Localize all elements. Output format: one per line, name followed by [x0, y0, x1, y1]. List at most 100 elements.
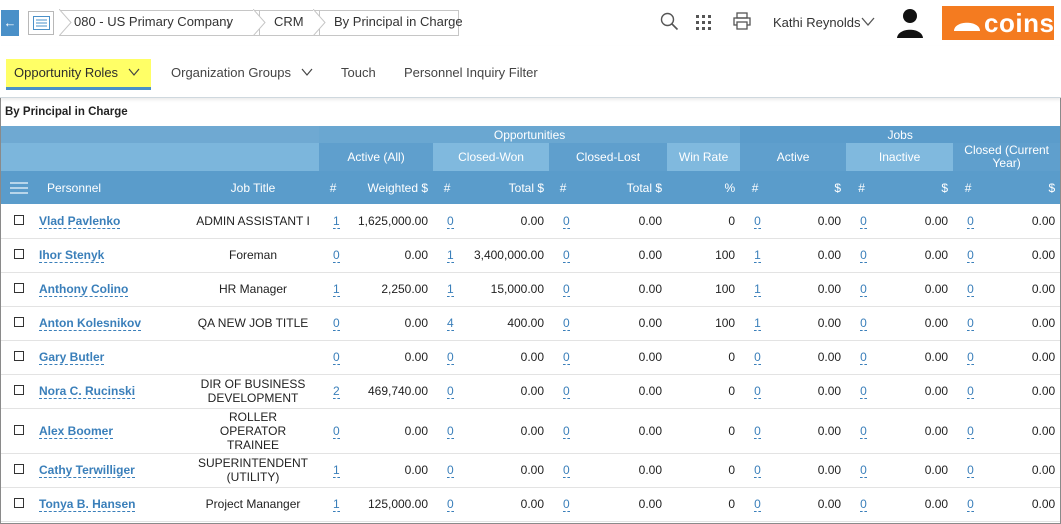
count-link[interactable]: 0 [860, 423, 867, 439]
count-link[interactable]: 0 [860, 384, 867, 399]
user-menu-name[interactable]: Kathi Reynolds [773, 15, 860, 30]
user-avatar-icon[interactable] [896, 8, 924, 38]
count-link[interactable]: 1 [333, 463, 340, 478]
breadcrumb-crm[interactable]: CRM [253, 9, 320, 36]
column-total[interactable]: Total $ [461, 171, 550, 204]
count-link[interactable]: 0 [447, 423, 454, 439]
column-dollar[interactable]: $ [770, 171, 847, 204]
count-link[interactable]: 1 [754, 248, 761, 263]
count-link[interactable]: 0 [563, 384, 570, 399]
count-link[interactable]: 0 [333, 350, 340, 365]
personnel-link[interactable]: Gary Butler [39, 350, 105, 365]
count-link[interactable]: 0 [447, 384, 454, 399]
count-link[interactable]: 1 [447, 282, 454, 297]
count-link[interactable]: 0 [333, 248, 340, 263]
back-button[interactable]: ← [1, 10, 19, 36]
count-link[interactable]: 0 [563, 423, 570, 439]
count-link[interactable]: 0 [754, 384, 761, 399]
count-link[interactable]: 0 [967, 316, 974, 331]
count-link[interactable]: 1 [447, 248, 454, 263]
print-icon[interactable] [733, 12, 751, 31]
count-link[interactable]: 1 [754, 316, 761, 331]
column-count[interactable]: # [433, 171, 462, 204]
count-link[interactable]: 0 [447, 463, 454, 478]
count-link[interactable]: 0 [754, 350, 761, 365]
down-arrow-icon[interactable]: ↓ [225, 10, 232, 34]
personnel-link[interactable]: Anthony Colino [39, 282, 129, 297]
count-link[interactable]: 0 [333, 423, 340, 439]
count-link[interactable]: 1 [333, 282, 340, 297]
row-checkbox[interactable] [14, 424, 24, 435]
apps-grid-icon[interactable] [696, 15, 712, 31]
count-link[interactable]: 0 [563, 248, 570, 263]
count-link[interactable]: 0 [754, 423, 761, 439]
list-view-button[interactable] [28, 11, 54, 35]
count-link[interactable]: 0 [447, 213, 454, 229]
row-checkbox[interactable] [14, 249, 24, 259]
count-link[interactable]: 0 [860, 497, 867, 512]
count-link[interactable]: 1 [754, 282, 761, 297]
count-link[interactable]: 0 [967, 248, 974, 263]
column-job-title[interactable]: Job Title [187, 171, 320, 204]
tab-touch[interactable]: Touch [341, 59, 376, 87]
count-link[interactable]: 0 [860, 350, 867, 365]
row-checkbox[interactable] [14, 385, 24, 395]
search-icon[interactable] [660, 12, 679, 31]
row-checkbox[interactable] [14, 317, 24, 327]
count-link[interactable]: 2 [333, 384, 340, 399]
row-checkbox[interactable] [14, 464, 24, 474]
tab-opportunity-roles[interactable]: Opportunity Roles [6, 59, 151, 87]
personnel-link[interactable]: Vlad Pavlenko [39, 213, 121, 229]
count-link[interactable]: 0 [447, 497, 454, 512]
count-link[interactable]: 0 [563, 282, 570, 297]
count-link[interactable]: 0 [860, 463, 867, 478]
personnel-link[interactable]: Alex Boomer [39, 423, 114, 439]
count-link[interactable]: 0 [860, 248, 867, 263]
count-link[interactable]: 0 [563, 316, 570, 331]
tab-personnel-inquiry-filter[interactable]: Personnel Inquiry Filter [404, 59, 538, 87]
column-dollar[interactable]: $ [983, 171, 1061, 204]
count-link[interactable]: 4 [447, 316, 454, 331]
column-percent[interactable]: % [667, 171, 741, 204]
count-link[interactable]: 0 [860, 316, 867, 331]
count-link[interactable]: 0 [860, 213, 867, 229]
count-link[interactable]: 0 [860, 282, 867, 297]
count-link[interactable]: 0 [563, 350, 570, 365]
column-personnel[interactable]: Personnel [37, 171, 187, 204]
row-checkbox[interactable] [14, 283, 24, 293]
column-count[interactable]: # [953, 171, 984, 204]
count-link[interactable]: 0 [967, 213, 974, 229]
breadcrumb-company[interactable]: 080 - US Primary Company ↓ [59, 9, 260, 36]
count-link[interactable]: 0 [967, 497, 974, 512]
count-link[interactable]: 0 [447, 350, 454, 365]
personnel-link[interactable]: Ihor Stenyk [39, 248, 105, 263]
personnel-link[interactable]: Cathy Terwilliger [39, 463, 135, 478]
column-count[interactable]: # [549, 171, 578, 204]
row-checkbox[interactable] [14, 214, 24, 225]
column-count[interactable]: # [846, 171, 878, 204]
count-link[interactable]: 0 [754, 497, 761, 512]
count-link[interactable]: 0 [754, 463, 761, 478]
column-weighted[interactable]: Weighted $ [347, 171, 434, 204]
personnel-link[interactable]: Nora C. Rucinski [39, 384, 136, 399]
personnel-link[interactable]: Tonya B. Hansen [39, 497, 136, 512]
count-link[interactable]: 0 [333, 316, 340, 331]
count-link[interactable]: 0 [967, 282, 974, 297]
row-checkbox[interactable] [14, 498, 24, 508]
column-count[interactable]: # [740, 171, 771, 204]
count-link[interactable]: 0 [967, 384, 974, 399]
column-menu[interactable] [1, 171, 37, 204]
count-link[interactable]: 1 [333, 213, 340, 229]
count-link[interactable]: 0 [967, 350, 974, 365]
row-checkbox[interactable] [14, 351, 24, 361]
column-total[interactable]: Total $ [577, 171, 668, 204]
chevron-down-icon[interactable] [861, 13, 875, 31]
count-link[interactable]: 0 [563, 497, 570, 512]
column-dollar[interactable]: $ [877, 171, 954, 204]
menu-icon[interactable] [10, 182, 28, 195]
count-link[interactable]: 1 [333, 497, 340, 512]
breadcrumb-page[interactable]: By Principal in Charge [313, 9, 463, 36]
personnel-link[interactable]: Anton Kolesnikov [39, 316, 142, 331]
tab-organization-groups[interactable]: Organization Groups [171, 59, 313, 87]
count-link[interactable]: 0 [563, 213, 570, 229]
